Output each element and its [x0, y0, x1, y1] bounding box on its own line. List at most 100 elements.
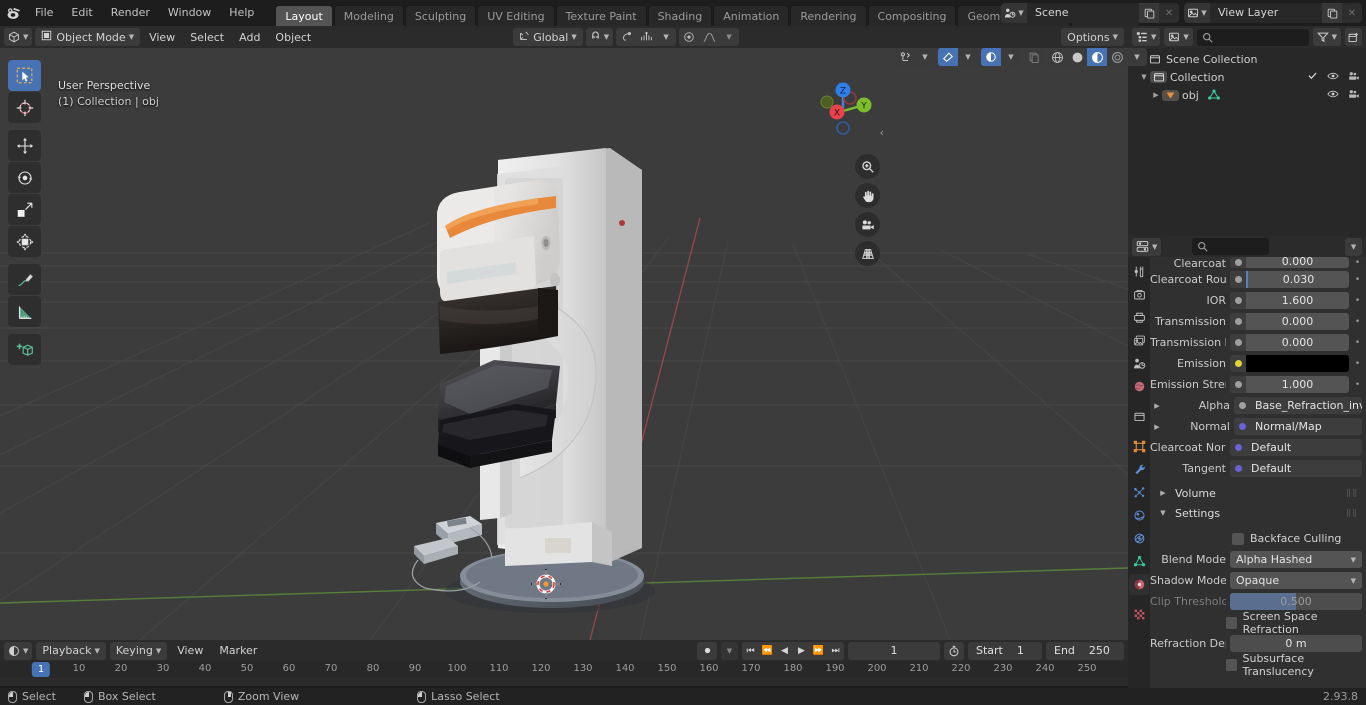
prop-field[interactable]: 0.030 — [1230, 271, 1349, 288]
setting-row-subsurface-translucency[interactable]: Subsurface Translucency — [1150, 652, 1362, 678]
prop-row-transmission[interactable]: Transmission 0.000 • — [1150, 312, 1362, 331]
measure-tool[interactable] — [8, 296, 41, 327]
tab-layout[interactable]: Layout — [275, 5, 333, 26]
falloff-dropdown-icon[interactable]: ▼ — [719, 28, 739, 46]
prop-row-clearcoat-clipped[interactable]: Clearcoat 0.000 • — [1150, 257, 1362, 268]
tab-rendering[interactable]: Rendering — [790, 5, 867, 26]
scene-tab[interactable] — [1129, 353, 1149, 374]
falloff-shape-icon[interactable] — [699, 28, 719, 46]
viewport-menu-object[interactable]: Object — [269, 28, 317, 46]
prop-row-clearcoat-normal[interactable]: Clearcoat Normal Default — [1150, 438, 1362, 457]
camera-icon[interactable] — [1348, 88, 1360, 103]
tool-tab[interactable] — [1129, 261, 1149, 282]
prop-link-field[interactable]: Normal/Map — [1234, 418, 1362, 435]
prev-keyframe-icon[interactable]: ⏪ — [759, 642, 776, 660]
falloff-curve-icon[interactable] — [636, 28, 656, 46]
subsurface-translucency-checkbox[interactable] — [1226, 658, 1237, 671]
setting-row-clip-threshold[interactable]: Clip Threshold 0.500 — [1150, 592, 1362, 611]
material-preview-icon[interactable] — [1087, 48, 1107, 66]
prop-link-field[interactable]: Default — [1230, 460, 1362, 477]
start-frame-field[interactable]: Start 1 — [968, 641, 1042, 660]
prop-row-emission-strength[interactable]: Emission Strengt 1.000 • — [1150, 375, 1362, 394]
tab-texture-paint[interactable]: Texture Paint — [555, 5, 647, 26]
properties-search-input[interactable] — [1192, 238, 1269, 255]
screen-space-refraction-checkbox[interactable] — [1226, 616, 1237, 629]
options-button[interactable]: Options ▼ — [1061, 28, 1124, 46]
end-frame-field[interactable]: End 250 — [1046, 641, 1124, 660]
rendered-icon[interactable] — [1107, 48, 1127, 66]
wireframe-icon[interactable] — [1047, 48, 1067, 66]
use-preview-range-button[interactable] — [944, 641, 964, 660]
panel-grip-icon[interactable]: ⣿⣿ — [1346, 489, 1360, 496]
data-tab[interactable] — [1129, 551, 1149, 572]
tab-shading[interactable]: Shading — [647, 5, 713, 26]
timeline-editor-icon[interactable]: ▼ — [4, 641, 33, 660]
tab-sculpting[interactable]: Sculpting — [404, 5, 477, 26]
outliner-filter-id-icon[interactable]: ▼ — [1164, 28, 1193, 46]
new-view-layer-button[interactable] — [1322, 3, 1342, 23]
mode-selector[interactable]: Object Mode ▼ — [35, 28, 141, 46]
unlink-scene-button[interactable]: ✕ — [1159, 3, 1179, 23]
sidebar-toggle-arrow-icon[interactable]: ‹ — [880, 126, 884, 139]
prop-field[interactable]: 0.000 — [1230, 334, 1349, 351]
menu-window[interactable]: Window — [159, 3, 220, 23]
viewport-menu-add[interactable]: Add — [233, 28, 266, 46]
prop-field[interactable]: 1.000 — [1230, 376, 1349, 393]
scale-tool[interactable] — [8, 194, 41, 225]
properties-options-dropdown[interactable]: ▼ — [1345, 237, 1363, 256]
texture-tab[interactable] — [1129, 604, 1149, 625]
play-reverse-icon[interactable]: ◀ — [776, 642, 793, 660]
jump-start-icon[interactable]: ⏮ — [742, 642, 759, 660]
timeline-menu-view[interactable]: View — [171, 642, 209, 660]
timeline-menu-playback[interactable]: Playback ▼ — [36, 641, 106, 660]
outliner-row-obj[interactable]: ▶ obj — [1128, 86, 1366, 104]
jump-end-icon[interactable]: ⏭ — [827, 642, 844, 660]
zoom-icon[interactable] — [855, 154, 880, 179]
collection-tab[interactable] — [1129, 406, 1149, 427]
animate-dot-icon[interactable]: • — [1353, 275, 1362, 285]
solid-icon[interactable] — [1067, 48, 1087, 66]
snap-toggle[interactable]: ▼ — [585, 28, 614, 46]
next-keyframe-icon[interactable]: ⏩ — [810, 642, 827, 660]
modifier-tab[interactable] — [1129, 459, 1149, 480]
animate-dot-icon[interactable]: • — [1353, 317, 1362, 327]
proportional-dropdown-icon[interactable]: ▼ — [656, 28, 676, 46]
shadow-mode-select[interactable]: Opaque ▼ — [1230, 572, 1362, 589]
expander-settings[interactable]: ▼ — [1156, 509, 1170, 517]
auto-keying-dropdown[interactable]: ▼ — [721, 641, 738, 660]
view-layer-selector[interactable]: ▼ View Layer ✕ — [1184, 3, 1362, 23]
panel-grip-icon[interactable]: ⣿⣿ — [1346, 509, 1360, 516]
properties-content[interactable]: Clearcoat 0.000 • Clearcoat Roug… 0.030 … — [1150, 257, 1366, 688]
panel-header-settings[interactable]: ▼ Settings ⣿⣿ — [1150, 503, 1366, 523]
prop-color-field[interactable] — [1230, 355, 1349, 372]
editor-type-3dview-icon[interactable]: ▼ — [4, 28, 33, 46]
prop-link-field[interactable]: Default — [1230, 439, 1362, 456]
transform-orientation-selector[interactable]: Global ▼ — [513, 28, 583, 46]
annotate-tool[interactable] — [8, 264, 41, 295]
new-collection-button[interactable] — [1345, 28, 1362, 46]
animate-dot-icon[interactable]: • — [1353, 380, 1362, 390]
camera-icon[interactable] — [1348, 70, 1360, 85]
x-ray-toggle-icon[interactable] — [981, 48, 1001, 66]
output-tab[interactable] — [1129, 307, 1149, 328]
prop-row-tangent[interactable]: Tangent Default — [1150, 459, 1362, 478]
play-icon[interactable]: ▶ — [793, 642, 810, 660]
outliner-row-scene-collection[interactable]: Scene Collection — [1128, 50, 1366, 68]
add-cube-tool[interactable] — [8, 334, 41, 365]
camera-view-icon[interactable] — [855, 212, 880, 237]
physics-tab[interactable] — [1129, 505, 1149, 526]
tweak-tool[interactable] — [8, 60, 41, 91]
expander-normal[interactable]: ▶ — [1150, 423, 1164, 431]
expander-volume[interactable]: ▶ — [1156, 489, 1170, 497]
mammography-machine-model[interactable] — [0, 48, 1128, 640]
view-layer-tab[interactable] — [1129, 330, 1149, 351]
outliner-search-input[interactable] — [1196, 28, 1309, 46]
eye-icon[interactable] — [1327, 70, 1339, 85]
proportional-edit-icon[interactable] — [616, 28, 636, 46]
setting-row-backface-culling[interactable]: Backface Culling — [1150, 529, 1362, 548]
animate-dot-icon[interactable]: • — [1353, 338, 1362, 348]
toggle-perspective-icon[interactable] — [855, 241, 880, 266]
outliner-filter-button[interactable]: ▼ — [1312, 28, 1341, 46]
timeline-playhead[interactable]: 1 — [31, 662, 51, 677]
show-gizmo-icon[interactable] — [895, 48, 915, 66]
